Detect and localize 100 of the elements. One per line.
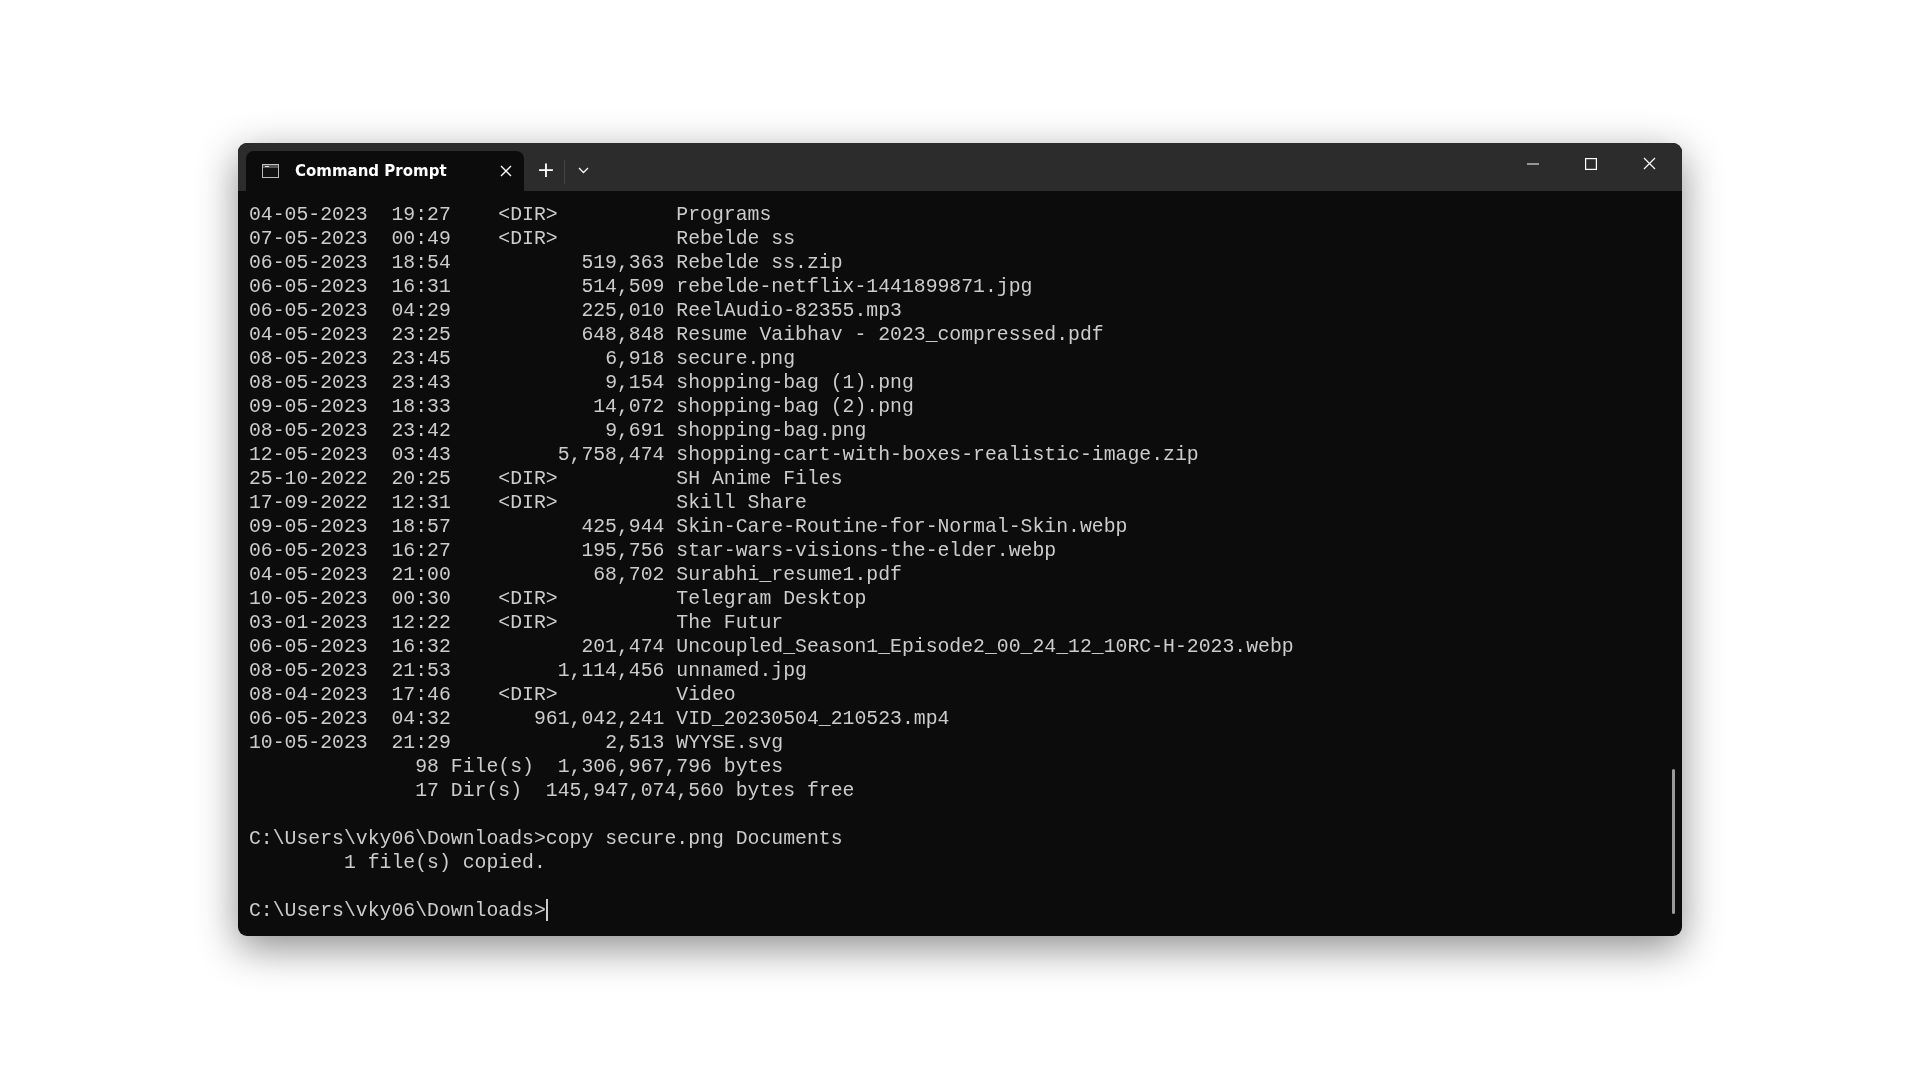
file-size: 2,513 bbox=[605, 732, 665, 754]
file-time: 00:49 bbox=[391, 227, 451, 251]
file-date: 04-05-2023 bbox=[249, 203, 368, 227]
dir-marker: <DIR> bbox=[498, 227, 558, 251]
file-name: secure.png bbox=[676, 347, 796, 371]
minimize-icon bbox=[1527, 162, 1539, 165]
file-size: 1,114,456 bbox=[557, 660, 665, 682]
file-time: 04:32 bbox=[391, 707, 451, 731]
file-time: 16:27 bbox=[391, 539, 451, 563]
file-name: VID_20230504_210523.mp4 bbox=[676, 707, 950, 731]
file-size: 519,363 bbox=[581, 252, 665, 274]
file-time: 19:27 bbox=[391, 203, 451, 227]
tab[interactable]: Command Prompt bbox=[246, 151, 524, 191]
file-time: 23:45 bbox=[391, 347, 451, 371]
file-name: ReelAudio-82355.mp3 bbox=[676, 299, 902, 323]
file-time: 16:31 bbox=[391, 275, 451, 299]
prompt: C:\Users\vky06\Downloads> bbox=[249, 899, 546, 923]
file-name: shopping-bag (2).png bbox=[676, 395, 914, 419]
file-date: 07-05-2023 bbox=[249, 227, 368, 251]
file-date: 08-05-2023 bbox=[249, 371, 368, 395]
file-size: 9,691 bbox=[605, 420, 665, 442]
command-text: copy secure.png Documents bbox=[545, 827, 843, 851]
file-name: Skill Share bbox=[676, 491, 807, 515]
file-time: 12:22 bbox=[391, 611, 451, 635]
file-name: Rebelde ss.zip bbox=[676, 251, 843, 275]
file-size: 514,509 bbox=[581, 276, 665, 298]
file-time: 16:32 bbox=[391, 635, 451, 659]
file-name: Video bbox=[676, 683, 736, 707]
file-date: 09-05-2023 bbox=[249, 395, 368, 419]
file-time: 00:30 bbox=[391, 587, 451, 611]
file-time: 03:43 bbox=[391, 443, 451, 467]
file-name: The Futur bbox=[676, 611, 784, 635]
file-size: 961,042,241 bbox=[533, 708, 665, 730]
file-name: shopping-bag (1).png bbox=[676, 371, 914, 395]
file-count: 98 File(s) bbox=[415, 755, 534, 779]
file-name: Telegram Desktop bbox=[676, 587, 867, 611]
file-time: 21:00 bbox=[391, 563, 451, 587]
file-date: 09-05-2023 bbox=[249, 515, 368, 539]
file-date: 25-10-2022 bbox=[249, 467, 368, 491]
file-time: 23:43 bbox=[391, 371, 451, 395]
file-size: 68,702 bbox=[593, 564, 665, 586]
file-name: SH Anime Files bbox=[676, 467, 843, 491]
close-icon bbox=[500, 165, 512, 178]
dir-count: 17 Dir(s) bbox=[415, 779, 523, 803]
dir-marker: <DIR> bbox=[498, 467, 558, 491]
file-time: 12:31 bbox=[391, 491, 451, 515]
file-date: 06-05-2023 bbox=[249, 539, 368, 563]
file-date: 10-05-2023 bbox=[249, 587, 368, 611]
file-date: 04-05-2023 bbox=[249, 563, 368, 587]
chevron-down-icon bbox=[577, 167, 589, 174]
tab-title: Command Prompt bbox=[295, 160, 448, 182]
file-name: shopping-bag.png bbox=[676, 419, 867, 443]
file-date: 08-05-2023 bbox=[249, 419, 368, 443]
file-time: 18:54 bbox=[391, 251, 451, 275]
total-size: 1,306,967,796 bytes bbox=[557, 755, 784, 779]
file-name: Resume Vaibhav - 2023_compressed.pdf bbox=[676, 323, 1104, 347]
dir-marker: <DIR> bbox=[498, 611, 558, 635]
dir-marker: <DIR> bbox=[498, 587, 558, 611]
file-time: 21:29 bbox=[391, 731, 451, 755]
new-tab-button[interactable]: + bbox=[532, 155, 560, 185]
file-name: star-wars-visions-the-elder.webp bbox=[676, 539, 1057, 563]
file-date: 06-05-2023 bbox=[249, 635, 368, 659]
file-date: 06-05-2023 bbox=[249, 251, 368, 275]
dir-marker: <DIR> bbox=[498, 203, 558, 227]
file-date: 08-04-2023 bbox=[249, 683, 368, 707]
file-size: 201,474 bbox=[581, 636, 665, 658]
terminal-icon bbox=[262, 164, 279, 178]
file-name: Skin-Care-Routine-for-Normal-Skin.webp bbox=[676, 515, 1128, 539]
file-time: 17:46 bbox=[391, 683, 451, 707]
file-date: 08-05-2023 bbox=[249, 347, 368, 371]
file-name: Programs bbox=[676, 203, 772, 227]
file-date: 12-05-2023 bbox=[249, 443, 368, 467]
file-date: 04-05-2023 bbox=[249, 323, 368, 347]
file-size: 425,944 bbox=[581, 516, 665, 538]
file-name: WYYSE.svg bbox=[676, 731, 784, 755]
file-size: 6,918 bbox=[605, 348, 665, 370]
dir-marker: <DIR> bbox=[498, 683, 558, 707]
file-time: 18:33 bbox=[391, 395, 451, 419]
file-size: 9,154 bbox=[605, 372, 665, 394]
file-name: Surabhi_resume1.pdf bbox=[676, 563, 902, 587]
file-name: Uncoupled_Season1_Episode2_00_24_12_10RC-H-2023.webp bbox=[676, 635, 1294, 659]
free-space: 145,947,074,560 bytes free bbox=[545, 779, 855, 803]
command-output: 1 file(s) copied. bbox=[343, 851, 546, 875]
file-size: 225,010 bbox=[581, 300, 665, 322]
scrollbar[interactable] bbox=[1672, 769, 1675, 914]
file-name: unnamed.jpg bbox=[676, 659, 807, 683]
file-time: 23:25 bbox=[391, 323, 451, 347]
prompt: C:\Users\vky06\Downloads> bbox=[249, 827, 546, 851]
dir-marker: <DIR> bbox=[498, 491, 558, 515]
file-name: Rebelde ss bbox=[676, 227, 796, 251]
file-name: rebelde-netflix-1441899871.jpg bbox=[676, 275, 1033, 299]
file-date: 10-05-2023 bbox=[249, 731, 368, 755]
file-name: shopping-cart-with-boxes-realistic-image.zip bbox=[676, 443, 1199, 467]
file-time: 23:42 bbox=[391, 419, 451, 443]
file-date: 06-05-2023 bbox=[249, 275, 368, 299]
file-time: 20:25 bbox=[391, 467, 451, 491]
close-icon bbox=[1642, 157, 1656, 170]
file-time: 18:57 bbox=[391, 515, 451, 539]
file-time: 04:29 bbox=[391, 299, 451, 323]
file-size: 195,756 bbox=[581, 540, 665, 562]
